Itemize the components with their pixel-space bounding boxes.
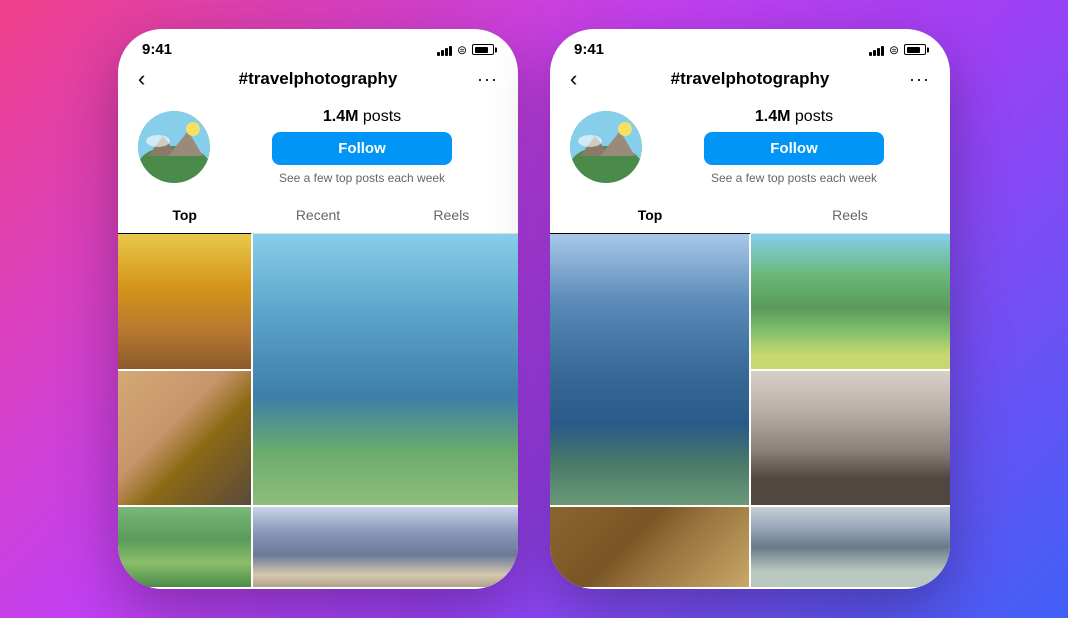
status-icons-left: ⊜ (437, 43, 494, 57)
photo-r-cell-5[interactable] (751, 507, 950, 587)
photo-cell-3[interactable] (118, 371, 251, 506)
tabs-left: Top Recent Reels (118, 197, 518, 234)
avatar-image-left (138, 111, 210, 183)
follow-button-left[interactable]: Follow (272, 132, 452, 165)
tab-top-right[interactable]: Top (550, 197, 750, 233)
more-button-left[interactable]: ··· (466, 69, 498, 90)
profile-info-right: 1.4M posts Follow See a few top posts ea… (658, 108, 930, 185)
status-time-right: 9:41 (574, 41, 604, 58)
profile-info-left: 1.4M posts Follow See a few top posts ea… (226, 108, 498, 185)
status-time-left: 9:41 (142, 41, 172, 58)
battery-icon-left (472, 44, 494, 55)
wifi-icon-right: ⊜ (889, 43, 899, 57)
phone-right: 9:41 ⊜ ‹ #travelphotography ··· (550, 29, 950, 589)
back-button-left[interactable]: ‹ (138, 66, 170, 92)
back-button-right[interactable]: ‹ (570, 66, 602, 92)
nav-header-right: ‹ #travelphotography ··· (550, 62, 950, 100)
avatar-left (138, 111, 210, 183)
photo-cell-5[interactable] (253, 507, 518, 587)
photo-r-cell-3[interactable] (751, 371, 950, 506)
more-button-right[interactable]: ··· (898, 69, 930, 90)
status-bar-right: 9:41 ⊜ (550, 29, 950, 62)
signal-icon-right (869, 44, 884, 56)
tab-reels-left[interactable]: Reels (385, 197, 518, 233)
phone-left: 9:41 ⊜ ‹ #travelphotography ··· (118, 29, 518, 589)
photo-r-cell-4[interactable] (550, 507, 749, 587)
page-title-right: #travelphotography (602, 69, 898, 89)
posts-count-right: 1.4M posts (755, 108, 833, 126)
photo-cell-1[interactable] (118, 234, 251, 369)
status-bar-left: 9:41 ⊜ (118, 29, 518, 62)
avatar-image-right (570, 111, 642, 183)
follow-button-right[interactable]: Follow (704, 132, 884, 165)
tab-reels-right[interactable]: Reels (750, 197, 950, 233)
profile-section-left: 1.4M posts Follow See a few top posts ea… (118, 100, 518, 197)
posts-count-left: 1.4M posts (323, 108, 401, 126)
status-icons-right: ⊜ (869, 43, 926, 57)
signal-icon-left (437, 44, 452, 56)
photo-grid-left (118, 234, 518, 589)
photo-cell-4[interactable] (118, 507, 251, 587)
profile-section-right: 1.4M posts Follow See a few top posts ea… (550, 100, 950, 197)
tabs-right: Top Reels (550, 197, 950, 234)
tab-recent-left[interactable]: Recent (251, 197, 384, 233)
avatar-right (570, 111, 642, 183)
photo-r-cell-2[interactable] (550, 234, 749, 505)
photo-grid-right (550, 234, 950, 589)
battery-icon-right (904, 44, 926, 55)
page-title-left: #travelphotography (170, 69, 466, 89)
nav-header-left: ‹ #travelphotography ··· (118, 62, 518, 100)
photo-r-cell-1[interactable] (751, 234, 950, 369)
photo-cell-2[interactable] (253, 234, 518, 505)
see-posts-text-right: See a few top posts each week (711, 171, 877, 185)
tab-top-left[interactable]: Top (118, 197, 251, 233)
see-posts-text-left: See a few top posts each week (279, 171, 445, 185)
wifi-icon-left: ⊜ (457, 43, 467, 57)
